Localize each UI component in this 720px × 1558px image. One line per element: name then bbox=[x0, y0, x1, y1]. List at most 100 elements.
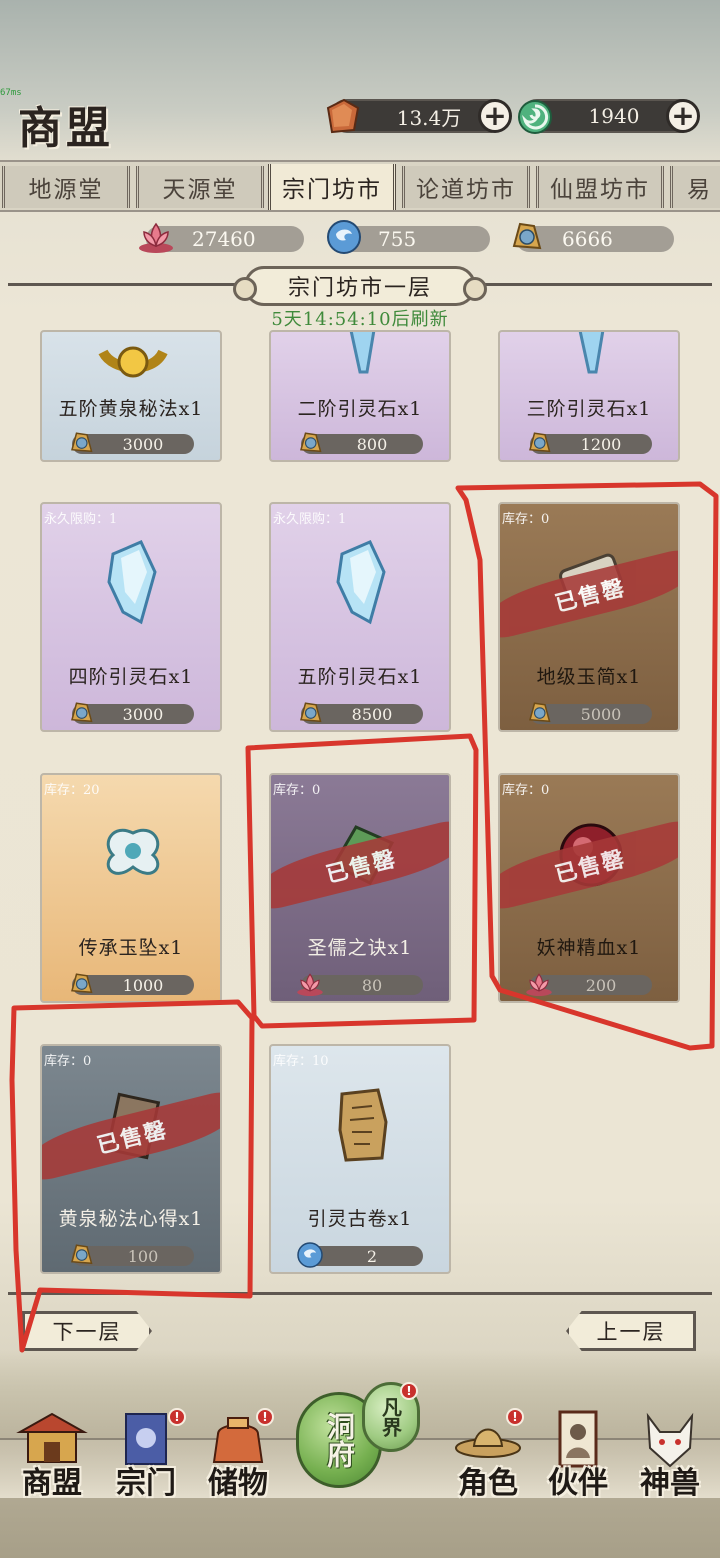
item-name: 传承玉坠x1 bbox=[78, 937, 184, 959]
notification-badge: ! bbox=[168, 1408, 186, 1426]
nav-beast-label: 神兽 bbox=[640, 1466, 700, 1501]
item-grid: 五阶黄泉秘法x1 3000 二阶引灵石x1 800 三阶引灵石x1 1200 永… bbox=[0, 330, 720, 1290]
contribution-amount: 6666 bbox=[562, 227, 613, 251]
previous-floor-label: 上一层 bbox=[596, 1320, 666, 1344]
spirit-crystal-icon bbox=[107, 540, 157, 625]
nav-sect-label: 宗门 bbox=[116, 1466, 176, 1501]
item-price-value: 80 bbox=[361, 975, 383, 995]
tab-tianyuantang[interactable]: 天源堂 bbox=[136, 166, 264, 208]
contribution-token-icon bbox=[71, 973, 93, 994]
spirit-crystal-icon bbox=[349, 332, 376, 374]
jade-icon bbox=[518, 100, 552, 134]
item-name: 地级玉简x1 bbox=[536, 666, 642, 688]
item-price-value: 1200 bbox=[580, 434, 622, 454]
purchase-limit-tag: 永久限购：1 bbox=[273, 512, 347, 527]
item-name: 黄泉秘法心得x1 bbox=[58, 1208, 204, 1230]
item-name: 三阶引灵石x1 bbox=[526, 398, 652, 420]
lotus-icon bbox=[139, 222, 173, 253]
item-price-value: 1000 bbox=[122, 975, 164, 995]
item-price: 3000 bbox=[71, 702, 194, 724]
nav-shop-label: 商盟 bbox=[22, 1466, 82, 1501]
contribution-token-icon bbox=[300, 432, 322, 453]
item-price: 80 bbox=[297, 973, 423, 996]
spirit-stone-amount: 13.4万 bbox=[396, 105, 462, 130]
tab-exchange[interactable]: 易 bbox=[670, 166, 720, 208]
nav-storage[interactable]: ! 储物 bbox=[190, 1408, 286, 1508]
nav-character[interactable]: ! 角色 bbox=[440, 1408, 536, 1508]
orb-icon bbox=[327, 220, 361, 254]
item-name: 二阶引灵石x1 bbox=[297, 398, 423, 420]
notification-badge: ! bbox=[256, 1408, 274, 1426]
refresh-timer: 5天14:54:10后刷新 bbox=[271, 309, 449, 330]
item-card[interactable]: 库存：0 已售罄 圣儒之诀x1 80 bbox=[269, 773, 451, 1003]
contribution-token-icon bbox=[529, 702, 551, 723]
nav-beast[interactable]: 神兽 bbox=[622, 1408, 718, 1508]
previous-floor-button[interactable]: 上一层 bbox=[566, 1311, 696, 1351]
shop-tabs: 地源堂 天源堂 宗门坊市 论道坊市 仙盟坊市 易 bbox=[0, 160, 720, 212]
nav-shop[interactable]: 商盟 bbox=[4, 1408, 100, 1508]
item-price-value: 3000 bbox=[122, 434, 164, 454]
item-name: 引灵古卷x1 bbox=[307, 1208, 413, 1230]
stock-tag: 库存：20 bbox=[44, 783, 100, 798]
lotus-amount: 27460 bbox=[192, 227, 256, 251]
notification-badge: ! bbox=[400, 1382, 418, 1400]
stock-tag: 库存：0 bbox=[502, 783, 550, 798]
secret-art-icon bbox=[98, 346, 168, 378]
item-price-value: 3000 bbox=[122, 704, 164, 724]
spirit-crystal-icon bbox=[578, 332, 605, 374]
item-card[interactable]: 库存：10 引灵古卷x1 2 bbox=[269, 1044, 451, 1274]
item-price: 200 bbox=[526, 973, 652, 996]
contribution-token-icon bbox=[71, 702, 93, 723]
spirit-crystal-icon bbox=[336, 540, 386, 625]
nav-sect[interactable]: ! 宗门 bbox=[98, 1408, 194, 1508]
tab-diyuantang[interactable]: 地源堂 bbox=[2, 166, 130, 208]
item-card[interactable]: 二阶引灵石x1 800 bbox=[269, 330, 451, 462]
stock-tag: 库存：0 bbox=[502, 512, 550, 527]
contribution-token-icon bbox=[300, 702, 322, 723]
orb-amount: 755 bbox=[378, 227, 417, 251]
item-name: 圣儒之诀x1 bbox=[307, 937, 413, 959]
item-price-value: 8500 bbox=[351, 704, 393, 724]
add-spirit-stone-button[interactable]: + bbox=[478, 99, 512, 133]
item-price: 100 bbox=[71, 1244, 194, 1266]
item-price: 1200 bbox=[529, 432, 652, 454]
add-jade-button[interactable]: + bbox=[666, 99, 700, 133]
tab-sect-market[interactable]: 宗门坊市 bbox=[268, 164, 396, 210]
jade-amount: 1940 bbox=[588, 104, 640, 128]
item-price-value: 200 bbox=[585, 975, 617, 995]
notification-badge: ! bbox=[506, 1408, 524, 1426]
item-price: 2 bbox=[297, 1242, 423, 1268]
stock-tag: 库存：10 bbox=[273, 1054, 329, 1069]
spirit-stone-icon bbox=[326, 98, 360, 134]
tab-alliance-market[interactable]: 仙盟坊市 bbox=[536, 166, 664, 208]
stock-tag: 库存：0 bbox=[273, 783, 321, 798]
nav-storage-label: 储物 bbox=[208, 1466, 268, 1501]
contribution-token-icon bbox=[71, 1244, 93, 1265]
page-title: 商盟 bbox=[18, 103, 114, 154]
nav-character-label: 角色 bbox=[458, 1466, 518, 1501]
lotus-icon bbox=[297, 973, 323, 996]
item-card[interactable]: 库存：0 已售罄 黄泉秘法心得x1 100 bbox=[40, 1044, 222, 1274]
nav-partner[interactable]: 伙伴 bbox=[530, 1408, 626, 1508]
nav-cave-mortal[interactable]: 洞府 凡界 ! bbox=[296, 1382, 426, 1492]
tab-debate-market[interactable]: 论道坊市 bbox=[402, 166, 530, 208]
item-card[interactable]: 三阶引灵石x1 1200 bbox=[498, 330, 680, 462]
item-name: 五阶引灵石x1 bbox=[297, 666, 423, 688]
item-price: 800 bbox=[300, 432, 423, 454]
floor-title-banner: 宗门坊市一层 bbox=[233, 266, 487, 306]
floor-title: 宗门坊市一层 bbox=[287, 276, 432, 301]
resource-row: 27460 755 6666 bbox=[0, 220, 720, 254]
item-card[interactable]: 永久限购：1 四阶引灵石x1 3000 bbox=[40, 502, 222, 732]
item-card[interactable]: 五阶黄泉秘法x1 3000 bbox=[40, 330, 222, 462]
item-card[interactable]: 库存：0 已售罄 地级玉简x1 5000 bbox=[498, 502, 680, 732]
item-price-value: 2 bbox=[366, 1246, 378, 1266]
item-card[interactable]: 库存：0 已售罄 妖神精血x1 200 bbox=[498, 773, 680, 1003]
purchase-limit-tag: 永久限购：1 bbox=[44, 512, 118, 527]
item-card[interactable]: 库存：20 传承玉坠x1 1000 bbox=[40, 773, 222, 1003]
item-price: 8500 bbox=[300, 702, 423, 724]
next-floor-button[interactable]: 下一层 bbox=[22, 1311, 152, 1351]
item-card[interactable]: 永久限购：1 五阶引灵石x1 8500 bbox=[269, 502, 451, 732]
item-price-value: 100 bbox=[127, 1246, 159, 1266]
item-price-value: 5000 bbox=[580, 704, 622, 724]
contribution-token-icon bbox=[71, 432, 93, 453]
